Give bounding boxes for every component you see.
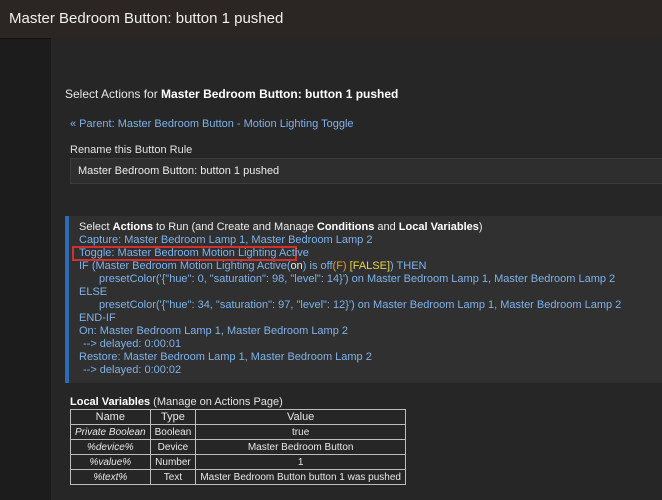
local-variables-note: (Manage on Actions Page) — [150, 396, 283, 408]
variable-name: %text% — [70, 469, 151, 485]
actions-header-text: and — [374, 221, 399, 233]
action-restore: Restore: Master Bedroom Lamp 1, Master B… — [79, 351, 372, 363]
if-then-text: ) THEN — [390, 260, 427, 272]
local-variables-table: Name Type Value Private Boolean Boolean … — [70, 409, 406, 485]
parent-link[interactable]: « Parent: Master Bedroom Button - Motion… — [70, 118, 354, 130]
actions-header-text: to Run (and Create and Manage — [152, 221, 317, 233]
action-toggle: Toggle: Master Bedroom Motion Lighting A… — [79, 247, 309, 259]
rename-input[interactable] — [70, 158, 662, 184]
if-state-false: (F) — [332, 260, 347, 272]
rename-label: Rename this Button Rule — [70, 144, 193, 156]
table-row: %device% Device Master Bedroom Button — [70, 439, 406, 455]
variable-type: Device — [149, 439, 197, 455]
page-heading: Select Actions for Master Bedroom Button… — [65, 87, 398, 101]
if-condition-text: IF (Master Bedroom Motion Lighting Activ… — [79, 260, 291, 272]
actions-header-bold: Local Variables — [398, 221, 479, 233]
local-variables-heading: Local Variables — [70, 396, 151, 408]
action-delay-1: --> delayed: 0:00:01 — [83, 338, 182, 350]
variable-name: %value% — [70, 454, 151, 470]
heading-rule-name: Master Bedroom Button: button 1 pushed — [161, 87, 399, 101]
actions-header[interactable]: Select Actions to Run (and Create and Ma… — [79, 221, 483, 234]
title-bar: Master Bedroom Button: button 1 pushed — [0, 0, 662, 39]
action-preset-color-2: presetColor('{"hue": 34, "saturation": 9… — [99, 299, 622, 311]
actions-header-bold: Conditions — [316, 221, 375, 233]
heading-prefix: Select Actions for — [65, 87, 162, 101]
action-else: ELSE — [79, 286, 108, 298]
table-row: %text% Text Master Bedroom Button button… — [70, 469, 406, 485]
actions-header-text: ) — [478, 221, 483, 233]
variable-name: Private Boolean — [70, 424, 151, 440]
if-state-on: on — [290, 260, 303, 272]
local-variables-title: Local Variables (Manage on Actions Page) — [70, 396, 283, 408]
table-row: %value% Number 1 — [70, 454, 406, 470]
window-title: Master Bedroom Button: button 1 pushed — [9, 10, 284, 27]
variable-type: Text — [149, 469, 197, 485]
column-header: Value — [195, 409, 406, 425]
column-header: Type — [149, 409, 197, 425]
action-delay-2: --> delayed: 0:00:02 — [83, 364, 182, 376]
action-on: On: Master Bedroom Lamp 1, Master Bedroo… — [79, 325, 349, 337]
variable-value: Master Bedroom Button — [195, 439, 406, 455]
actions-header-text: Select — [79, 221, 113, 233]
actions-header-bold: Actions — [112, 221, 153, 233]
column-header: Name — [70, 409, 151, 425]
variable-value: true — [195, 424, 406, 440]
variable-type: Boolean — [149, 424, 197, 440]
action-preset-color-1: presetColor('{"hue": 0, "saturation": 98… — [99, 273, 616, 285]
variable-value: Master Bedroom Button button 1 was pushe… — [195, 469, 406, 485]
table-row: Private Boolean Boolean true — [70, 424, 406, 440]
actions-panel[interactable]: Select Actions to Run (and Create and Ma… — [65, 216, 662, 383]
variable-type: Number — [149, 454, 197, 470]
table-header-row: Name Type Value — [70, 409, 406, 425]
if-condition-text: ) is off — [302, 260, 333, 272]
if-result-false: [FALSE] — [346, 260, 391, 272]
variable-value: 1 — [195, 454, 406, 470]
main-content: Select Actions for Master Bedroom Button… — [51, 38, 662, 500]
action-if: IF (Master Bedroom Motion Lighting Activ… — [79, 260, 426, 273]
variable-name: %device% — [70, 439, 151, 455]
action-endif: END-IF — [79, 312, 116, 324]
